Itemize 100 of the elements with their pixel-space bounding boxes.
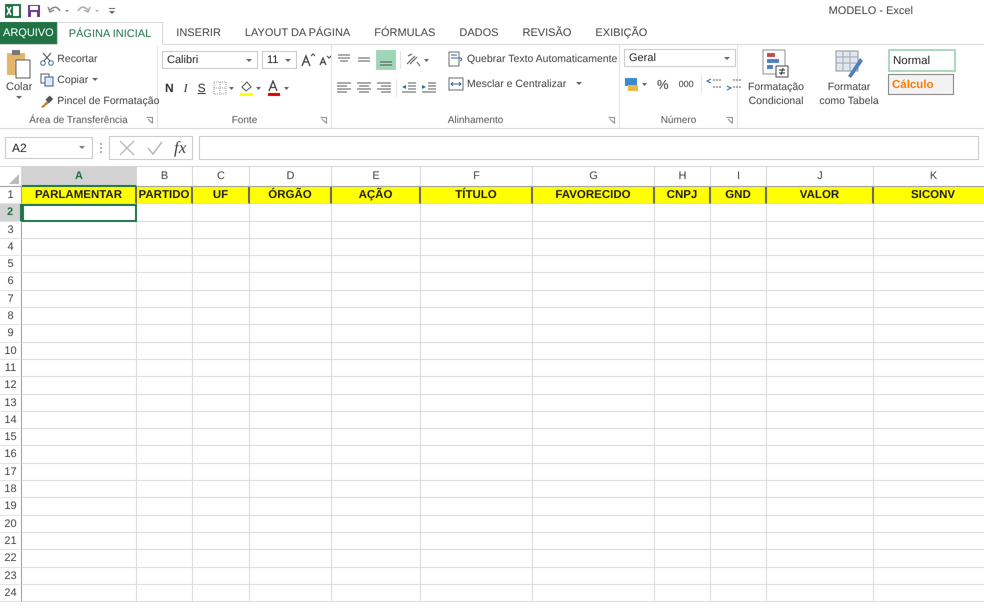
table-cell[interactable] [22, 360, 137, 378]
table-cell[interactable] [193, 446, 250, 464]
table-cell[interactable] [250, 429, 332, 446]
table-cell[interactable] [711, 446, 767, 464]
table-cell[interactable]: PARTIDO [137, 187, 193, 204]
table-cell[interactable] [250, 290, 332, 308]
save-icon[interactable] [27, 4, 41, 18]
table-cell[interactable] [655, 360, 711, 378]
table-cell[interactable] [137, 273, 193, 291]
align-bottom-icon[interactable] [376, 50, 396, 70]
table-cell[interactable] [22, 222, 137, 239]
table-cell[interactable] [332, 308, 421, 326]
table-cell[interactable] [711, 429, 767, 446]
copy-button[interactable]: Copiar [39, 70, 160, 89]
table-cell[interactable] [22, 394, 137, 412]
table-cell[interactable] [655, 464, 711, 482]
table-cell[interactable] [137, 290, 193, 308]
table-cell[interactable] [22, 446, 137, 464]
table-cell[interactable] [533, 532, 655, 550]
table-cell[interactable] [332, 412, 421, 430]
customize-icon[interactable] [107, 5, 117, 17]
table-cell[interactable] [250, 325, 332, 343]
table-cell[interactable] [533, 464, 655, 482]
table-cell[interactable] [193, 584, 250, 602]
table-cell[interactable] [655, 481, 711, 498]
table-cell[interactable] [655, 412, 711, 430]
table-cell[interactable] [421, 377, 533, 395]
row-header[interactable]: 12 [0, 377, 22, 395]
row-header[interactable]: 5 [0, 256, 22, 274]
table-cell[interactable] [193, 498, 250, 516]
row-header[interactable]: 16 [0, 446, 22, 464]
table-cell[interactable] [137, 256, 193, 274]
table-cell[interactable] [137, 204, 193, 222]
table-cell[interactable] [193, 325, 250, 343]
table-cell[interactable] [711, 360, 767, 378]
table-cell[interactable] [421, 464, 533, 482]
table-cell[interactable] [137, 342, 193, 360]
table-cell[interactable] [711, 222, 767, 239]
column-header[interactable]: H [655, 167, 711, 187]
table-cell[interactable] [421, 238, 533, 256]
table-cell[interactable] [655, 273, 711, 291]
table-cell[interactable] [332, 273, 421, 291]
table-cell[interactable]: FAVORECIDO [533, 187, 655, 204]
table-cell[interactable] [332, 325, 421, 343]
table-cell[interactable] [421, 222, 533, 239]
format-painter-button[interactable]: Pincel de Formatação [39, 91, 160, 110]
table-cell[interactable] [250, 412, 332, 430]
table-cell[interactable] [332, 550, 421, 568]
table-cell[interactable] [421, 550, 533, 568]
cancel-icon[interactable] [118, 138, 136, 156]
table-cell[interactable] [655, 238, 711, 256]
table-cell[interactable] [421, 584, 533, 602]
table-cell[interactable] [767, 568, 874, 585]
row-header[interactable]: 23 [0, 568, 22, 585]
table-cell[interactable] [250, 498, 332, 516]
column-header[interactable]: D [250, 167, 332, 187]
wrap-text-button[interactable]: Quebrar Texto Automaticamente [447, 49, 618, 68]
table-cell[interactable] [193, 550, 250, 568]
check-icon[interactable] [146, 138, 164, 156]
table-cell[interactable] [421, 273, 533, 291]
table-cell[interactable] [655, 394, 711, 412]
cut-button[interactable]: Recortar [39, 49, 160, 68]
table-cell[interactable] [22, 377, 137, 395]
table-cell[interactable] [533, 481, 655, 498]
table-cell[interactable]: GND [711, 187, 767, 204]
table-cell[interactable] [767, 481, 874, 498]
table-cell[interactable] [193, 394, 250, 412]
table-cell[interactable] [22, 325, 137, 343]
table-cell[interactable] [421, 204, 533, 222]
table-cell[interactable] [767, 394, 874, 412]
table-cell[interactable] [332, 498, 421, 516]
row-header[interactable]: 20 [0, 516, 22, 533]
table-cell[interactable] [250, 360, 332, 378]
number-format-field[interactable]: Geral [624, 49, 736, 67]
table-cell[interactable] [22, 308, 137, 326]
table-cell[interactable] [22, 256, 137, 274]
table-cell[interactable] [332, 532, 421, 550]
table-cell[interactable] [22, 584, 137, 602]
table-cell[interactable] [767, 446, 874, 464]
table-cell[interactable] [137, 308, 193, 326]
table-cell[interactable] [137, 222, 193, 239]
table-cell[interactable] [533, 446, 655, 464]
table-cell[interactable] [655, 308, 711, 326]
insert-function-button[interactable]: fx [174, 138, 186, 158]
row-header[interactable]: 9 [0, 325, 22, 343]
table-cell[interactable] [533, 394, 655, 412]
excel-logo-icon[interactable] [5, 3, 21, 19]
table-cell[interactable] [655, 290, 711, 308]
table-cell[interactable] [332, 446, 421, 464]
table-cell[interactable] [193, 481, 250, 498]
table-cell[interactable] [332, 342, 421, 360]
dialog-launcher-icon[interactable] [726, 117, 733, 124]
table-cell[interactable] [533, 273, 655, 291]
table-cell[interactable] [193, 222, 250, 239]
row-header[interactable]: 17 [0, 464, 22, 482]
table-cell[interactable] [767, 360, 874, 378]
style-normal[interactable]: Normal [888, 49, 956, 72]
table-cell[interactable] [655, 325, 711, 343]
column-header[interactable]: B [137, 167, 193, 187]
table-cell[interactable] [22, 290, 137, 308]
